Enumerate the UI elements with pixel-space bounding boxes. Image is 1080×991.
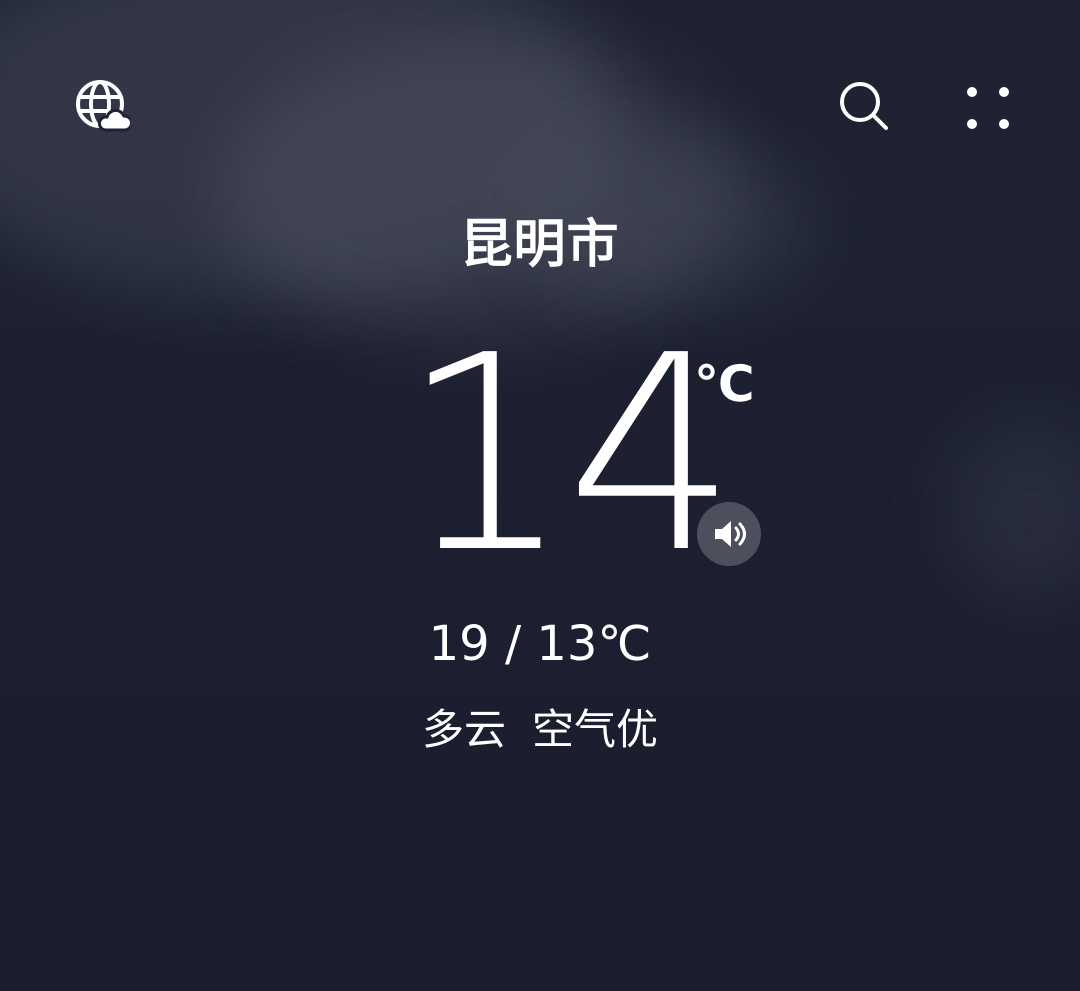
temperature-unit: ℃ bbox=[694, 355, 755, 413]
weather-summary: 多云 空气优 bbox=[0, 700, 1080, 760]
search-icon bbox=[840, 82, 888, 130]
voice-broadcast-button[interactable] bbox=[697, 502, 761, 566]
city-name: 昆明市 bbox=[460, 215, 620, 275]
more-menu-button[interactable] bbox=[956, 74, 1020, 138]
speaker-icon bbox=[715, 521, 746, 547]
more-dots-icon bbox=[967, 87, 1009, 129]
current-temperature: 14 bbox=[400, 297, 738, 612]
city-manage-button[interactable] bbox=[70, 74, 134, 138]
temperature-range: 19 / 13℃ bbox=[428, 616, 652, 672]
search-button[interactable] bbox=[832, 74, 896, 138]
air-quality[interactable]: 空气优 bbox=[532, 705, 658, 754]
globe-cloud-icon bbox=[76, 80, 130, 132]
weather-condition: 多云 bbox=[421, 705, 506, 754]
